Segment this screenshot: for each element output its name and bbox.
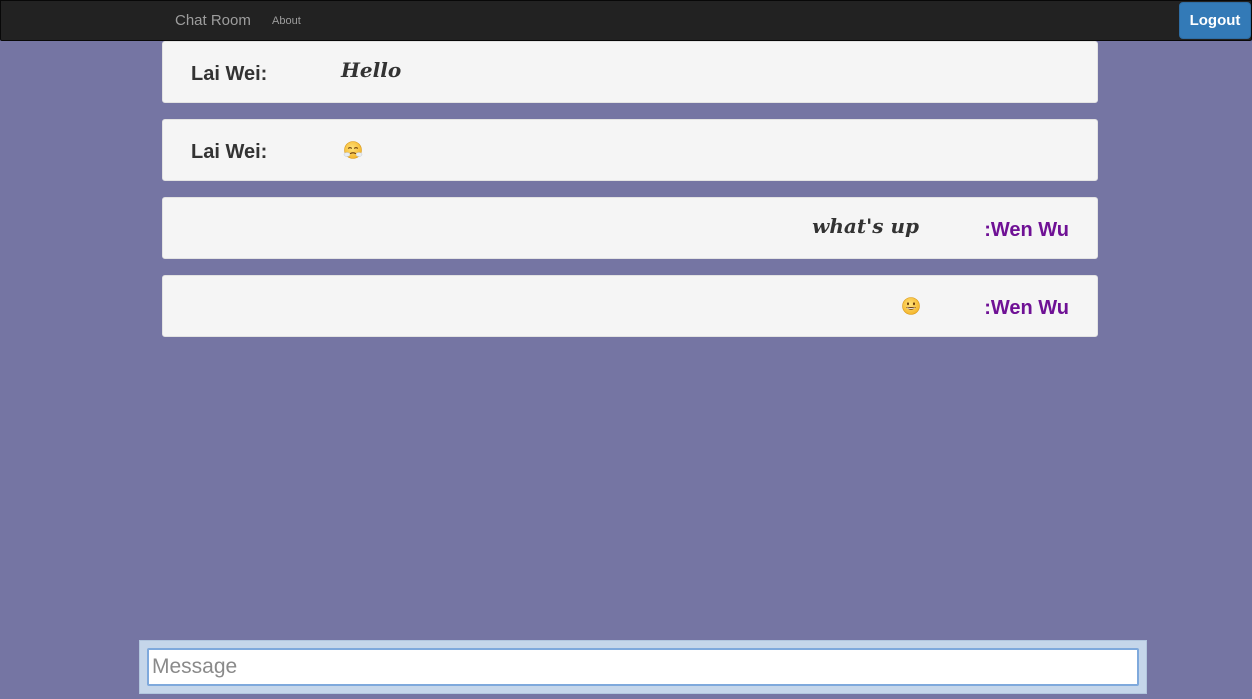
message-item: Lai Wei: [162, 119, 1098, 181]
message-composer [139, 640, 1147, 694]
message-text: Hello [341, 58, 402, 82]
message-input[interactable] [147, 648, 1139, 686]
message-sender: Lai Wei: [191, 141, 268, 163]
message-item: Lai Wei: Hello [162, 41, 1098, 103]
nav-link-about[interactable]: About [272, 14, 301, 28]
message-item: :Wen Wu [162, 275, 1098, 337]
message-sender: :Wen Wu [984, 297, 1069, 319]
message-sender: :Wen Wu [984, 219, 1069, 241]
message-text: what's up [812, 214, 919, 238]
message-item: what's up :Wen Wu [162, 197, 1098, 259]
message-list: Lai Wei: Hello Lai Wei: what's up:Wen W… [162, 41, 1098, 353]
face-with-steam-from-nose-emoji [343, 140, 363, 160]
message-sender: Lai Wei: [191, 63, 268, 85]
logout-button[interactable]: Logout [1179, 2, 1251, 39]
top-navbar: Chat Room About Logout [0, 0, 1252, 41]
navbar-brand-chat-room[interactable]: Chat Room [175, 12, 251, 30]
grinning-face-emoji [901, 296, 921, 316]
